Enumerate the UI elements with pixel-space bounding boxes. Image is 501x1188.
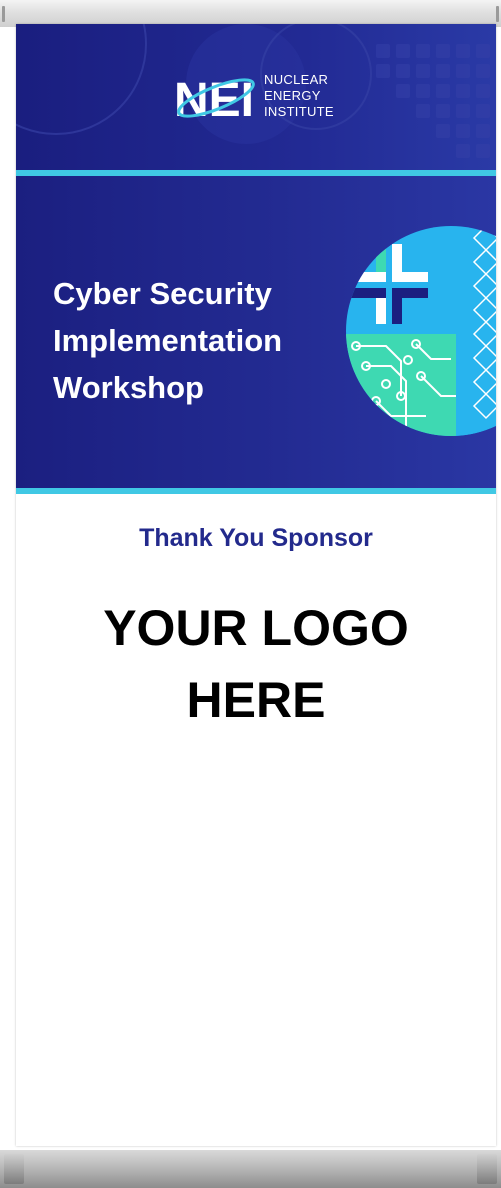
logo-text-line-2: ENERGY [264,88,321,103]
sponsor-logo-placeholder: YOUR LOGO HERE [16,592,496,736]
roller-cap-left [2,6,5,22]
event-title-line-2: Implementation [53,323,283,358]
placeholder-line-2: HERE [186,672,326,728]
roller-cap-right [496,6,499,22]
circuit-graphic [346,226,496,436]
stand-foot-right [477,1154,497,1184]
event-hero: Cyber Security Implementation Workshop [16,176,496,488]
sponsor-thanks-heading: Thank You Sponsor [139,524,373,552]
banner-top-roller [0,0,501,27]
banner-header: NEI NUCLEAR ENERGY INSTITUTE [16,24,496,170]
logo-text-line-1: NUCLEAR [264,72,329,87]
event-title-line-3: Workshop [53,370,204,405]
event-title: Cyber Security Implementation Workshop [53,270,282,411]
logo-text-line-3: INSTITUTE [264,104,334,119]
event-title-line-1: Cyber Security [53,276,272,311]
hero-accent-stripe [16,488,496,494]
placeholder-line-1: YOUR LOGO [103,600,409,656]
nei-logo-mark: NEI [174,74,255,127]
stand-foot-left [4,1154,24,1184]
banner-panel: NEI NUCLEAR ENERGY INSTITUTE Cyber Secur… [16,24,496,1146]
nei-logo-wordmark: NUCLEAR ENERGY INSTITUTE [264,72,334,120]
banner-stand-base [0,1150,501,1188]
